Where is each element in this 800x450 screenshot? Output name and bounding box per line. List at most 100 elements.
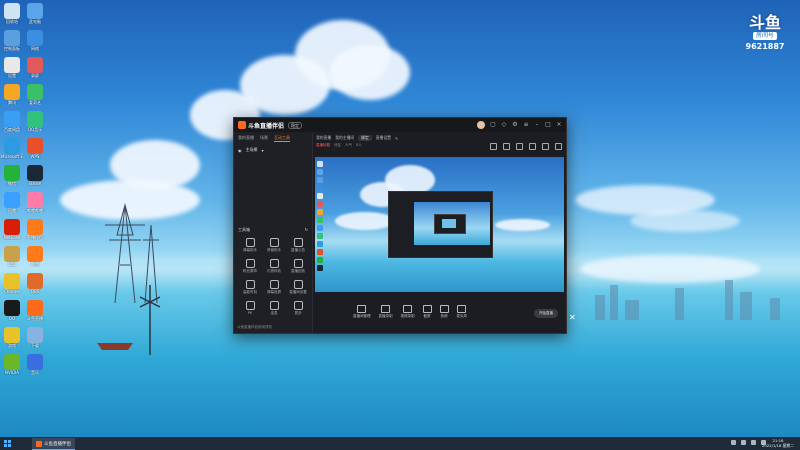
tray-up-icon[interactable] <box>731 440 736 445</box>
desktop-icon[interactable]: 腾讯 <box>1 84 23 105</box>
desktop-icon[interactable]: Microsoft Edge <box>1 138 23 159</box>
desktop-icon[interactable]: QQ <box>1 300 23 321</box>
desktop-icon-label: Chrome <box>4 289 20 294</box>
tab-my-live[interactable]: 我的直播 <box>238 135 254 142</box>
menu-icon[interactable]: ≡ <box>523 122 529 128</box>
topbar-item[interactable]: 我的主播间 <box>335 135 354 141</box>
tool-item[interactable]: 更多 <box>286 301 310 316</box>
topbar-item[interactable]: 直播设置 <box>376 135 391 141</box>
clock[interactable]: 21:16 2022/1/18 星期二 <box>762 438 794 448</box>
live-title-label[interactable]: 直播标题 <box>316 143 330 148</box>
desktop-icon[interactable]: 控制面板 <box>1 30 23 51</box>
mic-icon[interactable] <box>542 143 549 150</box>
chevron-down-icon[interactable]: ▾ <box>262 148 264 153</box>
avatar[interactable] <box>477 121 485 129</box>
nested-preview <box>414 202 490 245</box>
tool-item[interactable]: 弹幕投屏 <box>262 280 286 295</box>
desktop-icon[interactable]: 爱奇艺 <box>24 84 46 105</box>
edit-icon[interactable]: ✎ <box>395 136 398 141</box>
camera-icon[interactable] <box>516 143 523 150</box>
footer-notice[interactable]: 斗鱼直播伴侣使用须知 <box>237 325 272 330</box>
control-item[interactable]: 截屏 <box>422 305 432 319</box>
control-item[interactable]: 直播间管理 <box>353 305 371 319</box>
desktop-icon[interactable]: 百度网盘 <box>1 111 23 132</box>
desktop-icon[interactable]: 回收站 <box>1 3 23 24</box>
minimize-button[interactable]: – <box>534 122 540 128</box>
desktop-icon[interactable]: 网络 <box>24 30 46 51</box>
tab-scene[interactable]: 场景 <box>260 135 268 142</box>
settings-icon[interactable]: ⚙ <box>512 122 518 128</box>
refresh-icon[interactable]: ↻ <box>305 227 308 233</box>
preview-desktop-icon <box>317 265 323 271</box>
app-icon <box>4 219 20 235</box>
maximize-button[interactable]: □ <box>545 122 551 128</box>
desktop-icon[interactable]: OBS <box>24 273 46 294</box>
start-button[interactable] <box>4 440 11 447</box>
share-icon[interactable] <box>555 143 562 150</box>
skin-icon[interactable]: ◇ <box>501 122 507 128</box>
layout-icon[interactable] <box>490 143 497 150</box>
close-button[interactable]: × <box>556 122 562 128</box>
preview-desktop-icons <box>317 161 327 273</box>
control-icon <box>422 305 432 313</box>
desktop-icon[interactable]: 下载 <box>24 327 46 348</box>
network-icon[interactable] <box>741 440 746 445</box>
bind-pill[interactable]: 绑定 <box>358 135 372 141</box>
volume-icon[interactable] <box>751 440 756 445</box>
desktop-icon[interactable]: NetEase <box>1 219 23 240</box>
app-icon <box>27 165 43 181</box>
tool-item[interactable]: 弹幕助手 <box>238 238 262 253</box>
taskbar-app-button[interactable]: 斗鱼直播伴侣 <box>32 438 75 450</box>
lock-icon[interactable] <box>503 143 510 150</box>
window-icon[interactable] <box>529 143 536 150</box>
desktop-icon[interactable]: QQ音乐 <box>24 111 46 132</box>
control-item[interactable]: 视频录制 <box>401 305 415 319</box>
desktop-icon[interactable]: LOL <box>1 246 23 267</box>
tool-item[interactable]: PK <box>238 301 262 316</box>
tool-item[interactable]: 高能时刻 <box>238 280 262 295</box>
desktop-icon[interactable]: NVIDIA <box>1 354 23 375</box>
desktop-icon[interactable]: 游戏 <box>1 327 23 348</box>
desktop-icon[interactable]: 迅雷 <box>1 192 23 213</box>
tab-interactive-tools[interactable]: 互动工具 <box>274 135 290 142</box>
desktop-icon-label: QQ音乐 <box>27 127 43 132</box>
tool-item[interactable]: 连麦 <box>262 301 286 316</box>
control-item[interactable]: 麦克风 <box>457 305 467 319</box>
control-item[interactable]: 直播录制 <box>379 305 393 319</box>
desktop-icon[interactable]: 微信 <box>1 165 23 186</box>
desktop-icon[interactable]: WPS <box>24 138 46 159</box>
tool-item[interactable]: 礼物特效 <box>262 259 286 274</box>
desktop-icon-label: 斗鱼直播 <box>27 316 43 321</box>
desktop-icon[interactable]: 斗鱼直播 <box>24 300 46 321</box>
topbar-item[interactable]: 我的直播 <box>316 135 331 141</box>
scene-selector[interactable]: ◉ 主场景 ▾ <box>234 145 312 155</box>
app-titlebar[interactable]: 斗鱼直播伴侣 稳定 ▢ ◇ ⚙ ≡ – □ × <box>234 118 566 132</box>
app-icon <box>27 57 43 73</box>
message-icon[interactable]: ▢ <box>490 122 496 128</box>
desktop-icon[interactable]: 斗鱼 <box>24 246 46 267</box>
desktop-icon[interactable]: 哔哩哔哩 <box>24 192 46 213</box>
close-icon[interactable]: ✕ <box>569 313 576 322</box>
tool-item[interactable]: 直播间设置 <box>286 280 310 295</box>
desktop-icon[interactable]: 此电脑 <box>24 3 46 24</box>
streaming-app-window[interactable]: 斗鱼直播伴侣 稳定 ▢ ◇ ⚙ ≡ – □ × 我的直播 场景 互动工具 ◉ 主… <box>233 117 567 334</box>
version-badge[interactable]: 稳定 <box>288 121 303 129</box>
tool-item[interactable]: 直播公告 <box>286 238 310 253</box>
desktop-icon[interactable]: 音乐 <box>24 354 46 375</box>
titlebar-controls: ▢ ◇ ⚙ ≡ – □ × <box>477 121 562 129</box>
desktop-icon[interactable]: Steam <box>24 165 46 186</box>
eye-icon[interactable]: ◉ <box>238 148 242 153</box>
desktop-icon[interactable]: 录屏 <box>24 57 46 78</box>
preview-desktop-icon <box>317 233 323 239</box>
stream-preview[interactable] <box>315 157 564 297</box>
control-item[interactable]: 音频 <box>439 305 449 319</box>
tool-item[interactable]: 房管助手 <box>262 238 286 253</box>
desktop-icon[interactable]: 直播伴侣 <box>24 219 46 240</box>
start-live-button[interactable]: 开始直播 <box>534 309 558 318</box>
category-label[interactable]: 分区 <box>334 143 341 148</box>
desktop-icon[interactable]: Chrome <box>1 273 23 294</box>
tool-item[interactable]: 直播回放 <box>286 259 310 274</box>
app-icon <box>4 300 20 316</box>
desktop-icon[interactable]: 设置 <box>1 57 23 78</box>
tool-item[interactable]: 粉丝徽章 <box>238 259 262 274</box>
